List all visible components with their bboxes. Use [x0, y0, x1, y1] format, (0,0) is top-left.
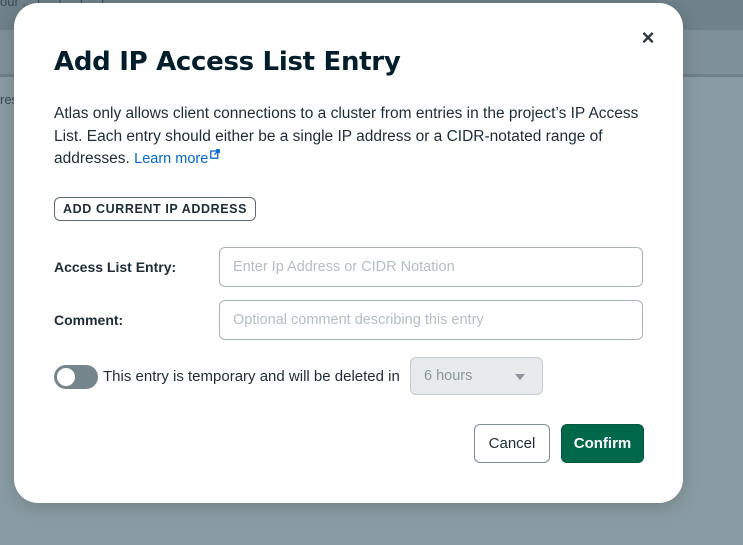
caret-down-icon — [515, 374, 525, 380]
modal-title: Add IP Access List Entry — [54, 47, 401, 77]
cancel-button[interactable]: Cancel — [474, 424, 550, 463]
modal-description: Atlas only allows client connections to … — [54, 103, 644, 171]
external-link-icon — [210, 149, 221, 159]
comment-input[interactable] — [219, 300, 643, 340]
comment-label: Comment: — [54, 312, 124, 328]
duration-select[interactable]: 6 hours — [410, 357, 543, 395]
confirm-button[interactable]: Confirm — [561, 424, 644, 463]
access-list-entry-input[interactable] — [219, 247, 643, 287]
close-icon[interactable]: × — [638, 27, 658, 49]
add-ip-access-list-modal: × Add IP Access List Entry Atlas only al… — [14, 3, 683, 503]
add-current-ip-button[interactable]: ADD CURRENT IP ADDRESS — [54, 197, 257, 221]
duration-select-value: 6 hours — [424, 368, 473, 384]
toggle-knob — [57, 368, 75, 386]
temporary-entry-toggle[interactable] — [54, 365, 98, 389]
learn-more-label: Learn more — [134, 151, 209, 167]
learn-more-link[interactable]: Learn more — [134, 149, 221, 167]
access-list-entry-label: Access List Entry: — [54, 259, 177, 275]
temporary-entry-label: This entry is temporary and will be dele… — [103, 368, 400, 385]
